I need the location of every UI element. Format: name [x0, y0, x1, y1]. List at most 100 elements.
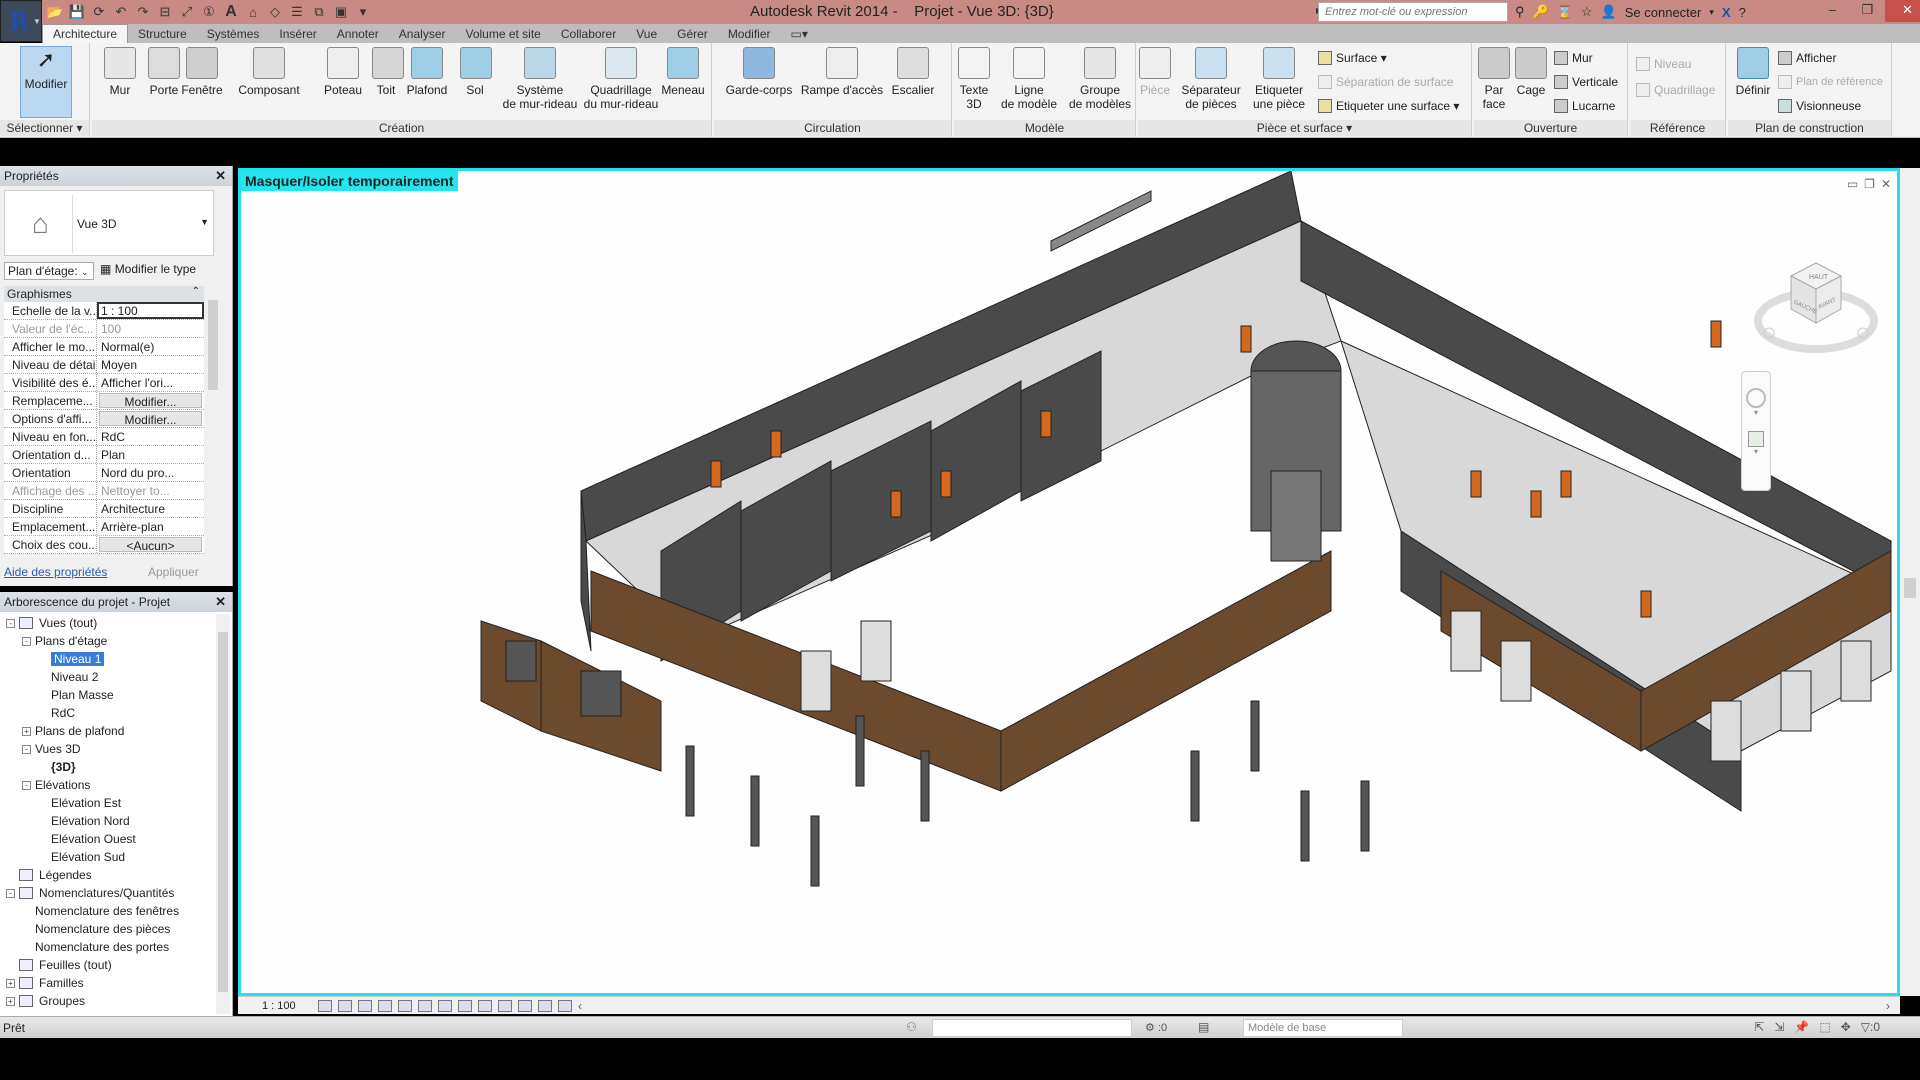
tree-node[interactable]: Elévation Sud — [0, 848, 216, 866]
active-workset-dropdown[interactable] — [932, 1019, 1132, 1037]
garde-corps-button[interactable]: Garde-corps — [724, 47, 794, 97]
mur-button[interactable]: Mur — [102, 47, 138, 97]
show-workplane-button[interactable]: Afficher — [1778, 51, 1836, 65]
view-scale[interactable]: 1 : 100 — [262, 1000, 312, 1012]
tree-node[interactable]: + Groupes — [0, 992, 216, 1010]
filter-icon[interactable]: ▽:0 — [1861, 1020, 1880, 1034]
plafond-button[interactable]: Plafond — [404, 47, 450, 97]
measure-icon[interactable]: ⊟ — [156, 3, 174, 21]
tree-node[interactable]: Elévation Est — [0, 794, 216, 812]
fenetre-button[interactable]: Fenêtre — [178, 47, 226, 97]
properties-help-link[interactable]: Aide des propriétés — [4, 565, 107, 579]
tree-node[interactable]: {3D} — [0, 758, 216, 776]
expand-icon[interactable]: + — [22, 726, 31, 736]
collapse-icon[interactable]: - — [22, 780, 31, 790]
expand-icon[interactable]: + — [6, 978, 15, 988]
property-value[interactable]: Afficher l'ori... — [97, 374, 204, 391]
edit-type-button[interactable]: ▦ Modifier le type — [100, 262, 196, 276]
tab-gerer[interactable]: Gérer — [667, 25, 718, 44]
drag-on-selection-icon[interactable]: ✥ — [1841, 1020, 1851, 1034]
subscription-icon[interactable]: 🔑 — [1533, 4, 1549, 20]
close-button[interactable]: ✕ — [1885, 0, 1920, 22]
switch-windows-icon[interactable]: ▣ — [332, 3, 350, 21]
group-header-graphics[interactable]: Graphismes ⌃ — [4, 286, 204, 302]
tree-node[interactable]: - Nomenclatures/Quantités — [0, 884, 216, 902]
scroll-right-icon[interactable]: › — [1886, 999, 1890, 1013]
tab-collaborer[interactable]: Collaborer — [551, 25, 626, 44]
modify-button[interactable]: ➚ Modifier — [20, 46, 72, 118]
communication-icon[interactable]: ⌛ — [1557, 4, 1573, 20]
properties-scrollbar[interactable] — [206, 286, 220, 586]
par-face-button[interactable]: Par face — [1476, 47, 1512, 111]
application-menu-button[interactable]: R ▼ — [0, 0, 42, 42]
set-workplane-button[interactable]: Définir — [1732, 47, 1774, 97]
tree-node[interactable]: Feuilles (tout) — [0, 956, 216, 974]
etiqueter-une-piece-button[interactable]: Etiqueter une pièce — [1246, 47, 1312, 111]
chevron-down-icon[interactable]: ▾ — [1709, 7, 1714, 18]
collapse-icon[interactable]: - — [6, 618, 15, 628]
favorites-icon[interactable]: ☆ — [1581, 4, 1593, 20]
close-icon[interactable]: ✕ — [215, 168, 226, 184]
design-option-dropdown[interactable]: Modèle de base — [1243, 1019, 1403, 1037]
contextual-tab-toggle[interactable]: ▭▾ — [781, 25, 818, 44]
reveal-hidden-elements-icon[interactable] — [498, 999, 512, 1012]
sign-in-button[interactable]: Se connecter — [1625, 5, 1702, 20]
section-icon[interactable]: ◇ — [266, 3, 284, 21]
property-value[interactable]: RdC — [97, 428, 204, 445]
tree-node[interactable]: + Plans de plafond — [0, 722, 216, 740]
property-value[interactable]: Nord du pro... — [97, 464, 204, 481]
zoom-region-icon[interactable] — [1748, 431, 1764, 447]
tree-node[interactable]: + Familles — [0, 974, 216, 992]
poteau-button[interactable]: Poteau — [318, 47, 368, 97]
tree-node[interactable]: - Plans d'étage — [0, 632, 216, 650]
composant-button[interactable]: Composant — [234, 47, 304, 97]
tree-node[interactable]: Elévation Nord — [0, 812, 216, 830]
text-icon[interactable]: A — [222, 3, 240, 21]
temporary-hide-isolate-icon[interactable] — [478, 999, 492, 1012]
aligned-dimension-icon[interactable]: ⤢ — [178, 3, 196, 21]
tree-node[interactable]: - Vues (tout) — [0, 614, 216, 632]
select-underlay-icon[interactable]: ⇲ — [1774, 1020, 1784, 1034]
browser-scrollbar[interactable] — [216, 614, 230, 1014]
viewer-button[interactable]: Visionneuse — [1778, 99, 1861, 113]
tree-node[interactable]: Niveau 1 — [0, 650, 216, 668]
tab-modifier[interactable]: Modifier — [718, 25, 781, 44]
property-value[interactable]: 1 : 100 — [97, 302, 204, 319]
highlight-displacement-icon[interactable] — [558, 999, 572, 1012]
close-hidden-windows-icon[interactable]: ⧉ — [310, 3, 328, 21]
tree-node[interactable]: Nomenclature des portes — [0, 938, 216, 956]
select-links-icon[interactable]: ⇱ — [1754, 1020, 1764, 1034]
collapse-icon[interactable]: - — [22, 744, 31, 754]
detail-level-icon[interactable] — [318, 999, 332, 1012]
property-value[interactable]: Modifier... — [99, 411, 202, 426]
design-options-icon[interactable]: ▤ — [1198, 1020, 1209, 1034]
escalier-button[interactable]: Escalier — [890, 47, 936, 97]
chevron-down-icon[interactable]: ▾ — [1742, 447, 1770, 456]
show-crop-region-icon[interactable] — [438, 999, 452, 1012]
chevron-down-icon[interactable]: ▾ — [1742, 408, 1770, 417]
thin-lines-icon[interactable]: ☰ — [288, 3, 306, 21]
toit-button[interactable]: Toit — [372, 47, 404, 97]
tab-analyser[interactable]: Analyser — [389, 25, 456, 44]
property-value[interactable]: Moyen — [97, 356, 204, 373]
type-selector[interactable]: ⌂ Vue 3D ▼ — [4, 190, 214, 256]
restore-button[interactable]: ❐ — [1850, 0, 1885, 22]
tree-node[interactable]: Nomenclature des pièces — [0, 920, 216, 938]
visual-style-icon[interactable] — [338, 999, 352, 1012]
rampe-d-acces-button[interactable]: Rampe d'accès — [800, 47, 884, 97]
sun-path-icon[interactable] — [358, 999, 372, 1012]
tree-node[interactable]: Elévation Ouest — [0, 830, 216, 848]
wall-opening-button[interactable]: Mur — [1554, 51, 1593, 65]
close-icon[interactable]: ✕ — [215, 594, 226, 610]
undo-icon[interactable]: ↶ — [112, 3, 130, 21]
shadows-icon[interactable] — [378, 999, 392, 1012]
property-value[interactable]: Plan — [97, 446, 204, 463]
redo-icon[interactable]: ↷ — [134, 3, 152, 21]
minimize-button[interactable]: – — [1815, 0, 1850, 22]
quadrillage-du-mur-rideau-button[interactable]: Quadrillage du mur-rideau — [580, 47, 662, 111]
tab-systemes[interactable]: Systèmes — [197, 25, 270, 44]
tree-node[interactable]: - Vues 3D — [0, 740, 216, 758]
select-by-face-icon[interactable]: ⬚ — [1819, 1020, 1830, 1034]
select-pinned-icon[interactable]: 📌 — [1794, 1020, 1809, 1034]
porte-button[interactable]: Porte — [148, 47, 180, 97]
